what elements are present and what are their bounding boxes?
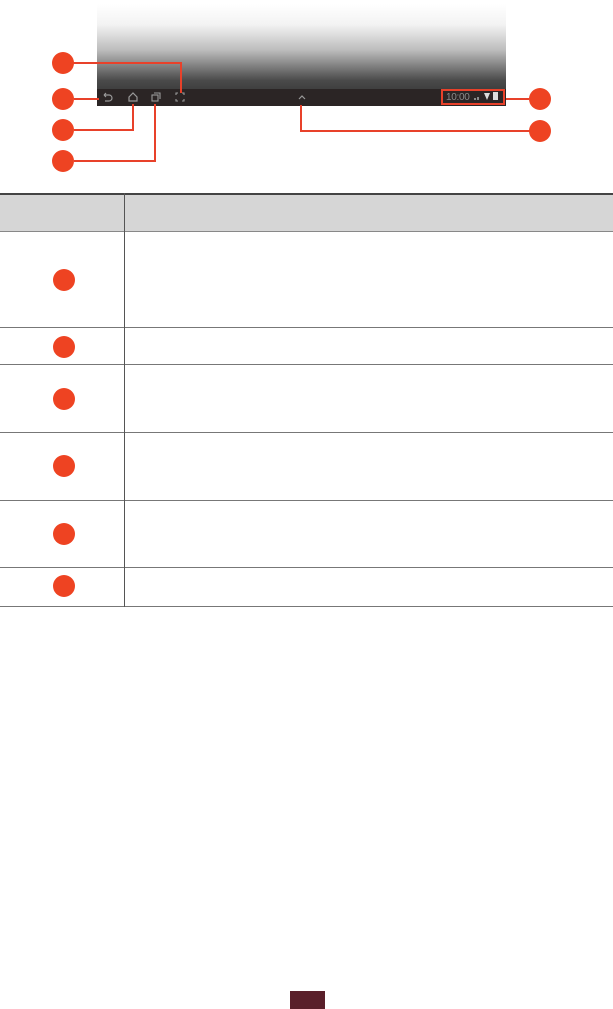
callout-marker	[529, 88, 551, 110]
table-row	[0, 232, 613, 328]
callout-lines	[72, 62, 531, 162]
row-marker	[53, 523, 75, 545]
row-marker	[53, 336, 75, 358]
callout-marker	[52, 119, 74, 141]
table-row	[0, 501, 613, 568]
column-divider	[124, 193, 125, 607]
callout-marker	[52, 52, 74, 74]
table-row	[0, 328, 613, 365]
callout-marker	[52, 88, 74, 110]
page-number-tab	[290, 991, 325, 1009]
table-row	[0, 433, 613, 501]
callout-marker	[529, 120, 551, 142]
table-row	[0, 365, 613, 433]
icon-table	[0, 193, 613, 607]
row-marker	[53, 455, 75, 477]
table-row	[0, 568, 613, 607]
row-marker	[53, 575, 75, 597]
row-marker	[53, 269, 75, 291]
row-marker	[53, 388, 75, 410]
callout-marker	[52, 150, 74, 172]
table-header	[0, 193, 613, 232]
